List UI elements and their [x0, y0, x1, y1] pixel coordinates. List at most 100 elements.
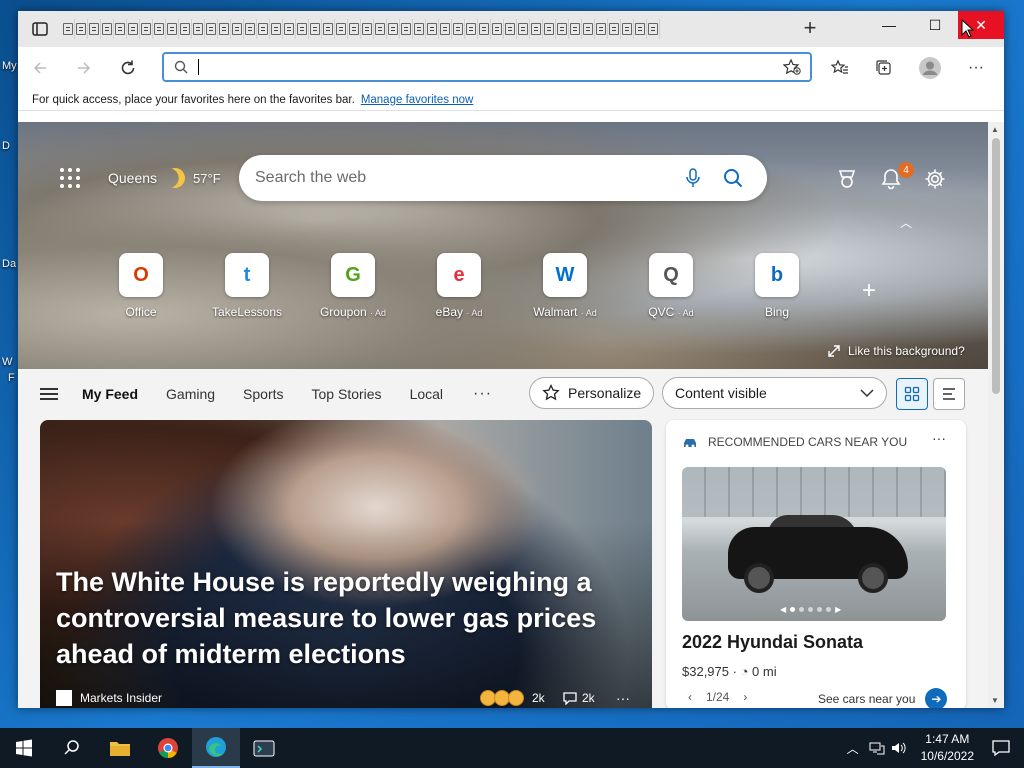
browser-tab[interactable] — [543, 19, 556, 39]
browser-tab[interactable] — [647, 19, 660, 39]
collapse-chevron-up-icon[interactable]: ︿ — [900, 214, 912, 231]
browser-tab[interactable] — [101, 19, 114, 39]
browser-tab[interactable] — [361, 19, 374, 39]
browser-tab[interactable] — [335, 19, 348, 39]
quick-link-qvc[interactable]: Q QVC · Ad — [618, 253, 724, 319]
weather-widget[interactable]: Queens 57°F — [108, 168, 221, 188]
manage-favorites-link[interactable]: Manage favorites now — [361, 94, 474, 106]
browser-tab[interactable] — [582, 19, 595, 39]
article-source[interactable]: Markets Insider — [80, 691, 162, 705]
browser-tab[interactable] — [244, 19, 257, 39]
browser-tab[interactable] — [296, 19, 309, 39]
address-bar[interactable] — [162, 52, 812, 82]
browser-tab[interactable] — [413, 19, 426, 39]
browser-tab[interactable] — [595, 19, 608, 39]
browser-tab[interactable] — [400, 19, 413, 39]
comments-button[interactable]: 2k — [562, 691, 595, 705]
browser-tab[interactable] — [127, 19, 140, 39]
quick-link-ebay[interactable]: e eBay · Ad — [406, 253, 512, 319]
browser-tab[interactable] — [452, 19, 465, 39]
pager-prev-icon[interactable]: ‹ — [688, 690, 692, 704]
browser-tab[interactable] — [491, 19, 504, 39]
refresh-button[interactable] — [106, 52, 150, 84]
edge-button[interactable] — [192, 728, 240, 768]
add-quick-link-button[interactable]: + — [862, 277, 876, 305]
forward-button[interactable] — [62, 52, 106, 84]
clock[interactable]: 1:47 AM 10/6/2022 — [921, 731, 974, 765]
tab-local[interactable]: Local — [410, 386, 443, 402]
browser-tab[interactable] — [348, 19, 361, 39]
browser-tab[interactable] — [270, 19, 283, 39]
browser-tab[interactable] — [387, 19, 400, 39]
profile-button[interactable] — [914, 53, 946, 83]
carousel-next-icon[interactable]: ▶ — [835, 605, 841, 614]
browser-tab[interactable] — [322, 19, 335, 39]
microphone-icon[interactable] — [673, 168, 713, 188]
tab-actions-button[interactable] — [18, 11, 62, 47]
notification-center-icon[interactable] — [992, 740, 1010, 756]
new-tab-button[interactable]: + — [796, 17, 824, 41]
browser-tab[interactable] — [179, 19, 192, 39]
pager-next-icon[interactable]: › — [743, 690, 747, 704]
car-image[interactable]: ◀ ▶ — [682, 467, 946, 621]
browser-tab[interactable] — [374, 19, 387, 39]
collections-button[interactable] — [868, 53, 900, 83]
network-icon[interactable] — [869, 741, 885, 755]
volume-icon[interactable] — [891, 741, 907, 755]
browser-tab[interactable] — [621, 19, 634, 39]
browser-tab[interactable] — [218, 19, 231, 39]
maximize-button[interactable]: ☐ — [912, 11, 958, 39]
terminal-app-button[interactable] — [240, 728, 288, 768]
tab-top-stories[interactable]: Top Stories — [312, 386, 382, 402]
browser-tab[interactable] — [205, 19, 218, 39]
browser-tab[interactable] — [517, 19, 530, 39]
scroll-up-icon[interactable]: ▲ — [991, 125, 999, 134]
browser-tab[interactable] — [504, 19, 517, 39]
carousel-prev-icon[interactable]: ◀ — [780, 605, 786, 614]
browser-tab[interactable] — [439, 19, 452, 39]
web-search-box[interactable]: Search the web — [239, 155, 767, 201]
list-layout-button[interactable] — [933, 378, 965, 410]
show-hidden-icons-chevron-up-icon[interactable]: ︿ — [847, 740, 859, 757]
browser-tab[interactable] — [140, 19, 153, 39]
content-visibility-dropdown[interactable]: Content visible — [662, 377, 887, 409]
apps-launcher-button[interactable] — [58, 166, 82, 190]
page-scrollbar[interactable]: ▲ ▼ — [988, 122, 1004, 708]
article-headline[interactable]: The White House is reportedly weighing a… — [56, 564, 616, 672]
car-name[interactable]: 2022 Hyundai Sonata — [682, 632, 863, 653]
search-submit-icon[interactable] — [713, 168, 753, 188]
browser-tab[interactable] — [231, 19, 244, 39]
browser-tab[interactable] — [166, 19, 179, 39]
quick-link-office[interactable]: O Office — [88, 253, 194, 319]
tab-sports[interactable]: Sports — [243, 386, 283, 402]
top-story-card[interactable]: The White House is reportedly weighing a… — [40, 420, 652, 708]
back-button[interactable] — [18, 52, 62, 84]
carousel-dots[interactable]: ◀ ▶ — [780, 605, 841, 614]
start-button[interactable] — [0, 728, 48, 768]
more-tabs-button[interactable]: ··· — [473, 385, 492, 403]
browser-tab[interactable] — [608, 19, 621, 39]
browser-tab[interactable] — [153, 19, 166, 39]
feed-menu-icon[interactable] — [40, 388, 58, 400]
scrollbar-thumb[interactable] — [992, 138, 1000, 394]
browser-tab[interactable] — [114, 19, 127, 39]
scroll-down-icon[interactable]: ▼ — [991, 696, 999, 705]
browser-tab[interactable] — [426, 19, 439, 39]
grid-layout-button[interactable] — [896, 378, 928, 410]
personalize-button[interactable]: Personalize — [529, 377, 655, 409]
browser-tab[interactable] — [530, 19, 543, 39]
browser-tab[interactable] — [465, 19, 478, 39]
file-explorer-button[interactable] — [96, 728, 144, 768]
article-more-button[interactable]: ··· — [616, 690, 630, 706]
see-cars-link[interactable]: See cars near you ➔ — [818, 688, 948, 708]
browser-tab[interactable] — [556, 19, 569, 39]
favorites-button[interactable] — [824, 53, 856, 83]
tab-gaming[interactable]: Gaming — [166, 386, 215, 402]
taskbar-search-button[interactable] — [48, 728, 96, 768]
quick-link-bing[interactable]: b Bing — [724, 253, 830, 319]
like-background-button[interactable]: Like this background? — [828, 344, 965, 358]
reactions-button[interactable]: 2k — [480, 690, 545, 706]
browser-tab[interactable] — [478, 19, 491, 39]
browser-tab[interactable] — [634, 19, 647, 39]
browser-tab[interactable] — [309, 19, 322, 39]
